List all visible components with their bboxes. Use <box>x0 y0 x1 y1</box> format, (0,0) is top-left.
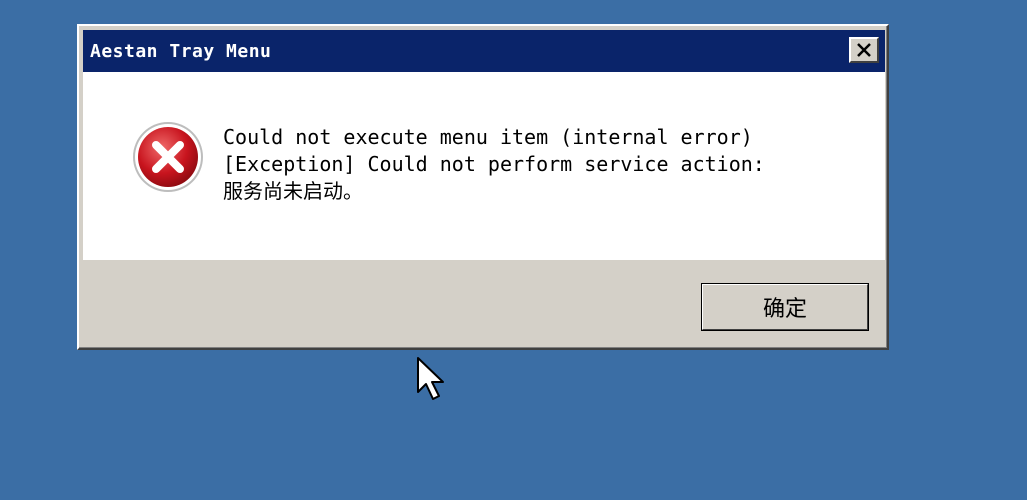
message-line-1: Could not execute menu item (internal er… <box>223 125 753 149</box>
message-area: Could not execute menu item (internal er… <box>83 72 885 260</box>
error-dialog: Aestan Tray Menu Could not execute menu … <box>77 24 889 350</box>
close-icon <box>857 43 871 57</box>
close-button[interactable] <box>849 37 879 63</box>
message-line-2: [Exception] Could not perform service ac… <box>223 152 765 176</box>
error-icon <box>133 122 203 192</box>
mouse-pointer-icon <box>417 357 444 400</box>
ok-button[interactable]: 确定 <box>701 283 869 331</box>
error-message: Could not execute menu item (internal er… <box>223 124 765 205</box>
message-line-3: 服务尚未启动。 <box>223 179 363 203</box>
title-bar[interactable]: Aestan Tray Menu <box>83 30 885 72</box>
dialog-title: Aestan Tray Menu <box>90 41 272 62</box>
